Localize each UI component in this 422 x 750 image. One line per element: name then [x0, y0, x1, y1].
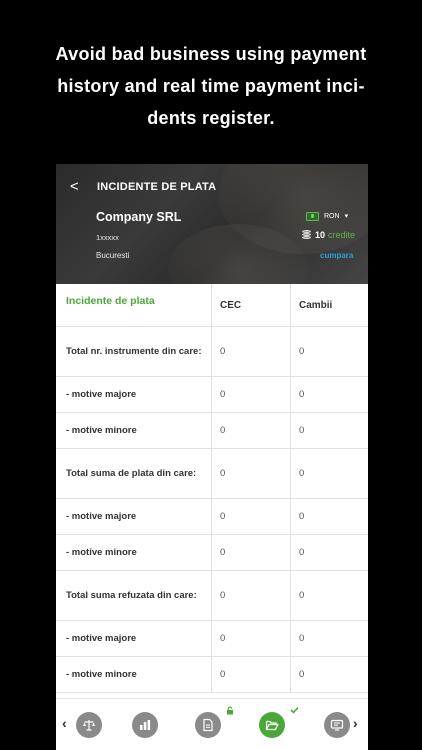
row-label: Total suma refuzata din care: — [56, 571, 212, 620]
credits-label: credite — [328, 230, 356, 240]
promo-line-1: Avoid bad business using payment — [55, 44, 367, 64]
row-label: - motive majore — [56, 621, 212, 656]
nav-item-monitoring[interactable] — [324, 712, 350, 738]
nav-next-arrow[interactable]: › — [353, 715, 358, 731]
cec-value: 0 — [212, 449, 291, 498]
cec-value: 0 — [212, 377, 291, 412]
back-button[interactable]: < — [70, 179, 86, 195]
promo-line-3: dents register. — [147, 108, 275, 128]
lock-icon — [227, 706, 233, 715]
company-city: Bucuresti — [96, 251, 130, 260]
row-label: Total suma de plata din care: — [56, 449, 212, 498]
nav-item-payment-incidents[interactable] — [259, 712, 285, 738]
cambii-value: 0 — [299, 511, 305, 522]
cambii-value: 0 — [299, 468, 305, 479]
table-row: Total suma de plata din care: 0 0 — [56, 449, 368, 499]
banknote-icon — [306, 211, 319, 221]
row-label: - motive minore — [56, 657, 212, 692]
row-label: - motive minore — [56, 535, 212, 570]
monitor-icon — [330, 719, 344, 731]
table-row: Total suma refuzata din care: 0 0 — [56, 571, 368, 621]
promo-line-2: history and real time payment inci- — [57, 76, 365, 96]
column-header-cambii: Cambii — [299, 299, 333, 311]
nav-item-legal[interactable] — [76, 712, 102, 738]
cambii-value: 0 — [299, 346, 305, 357]
promo-caption: Avoid bad business using payment history… — [0, 38, 422, 134]
chevron-left-icon: < — [70, 178, 79, 195]
row-label: - motive majore — [56, 377, 212, 412]
buy-credits-link[interactable]: cumpara — [320, 251, 353, 260]
cambii-value: 0 — [299, 547, 305, 558]
bottom-navigation: ‹ › — [56, 698, 368, 750]
column-header-incidents: Incidente de plata — [56, 284, 212, 326]
company-name: Company SRL — [96, 210, 182, 224]
nav-prev-arrow[interactable]: ‹ — [62, 715, 67, 731]
table-row: - motive minore 0 0 — [56, 657, 368, 693]
cec-value: 0 — [212, 535, 291, 570]
coins-icon — [301, 230, 312, 240]
cec-value: 0 — [212, 621, 291, 656]
column-header-cec: CEC — [212, 284, 291, 326]
cambii-value: 0 — [299, 389, 305, 400]
row-label: - motive majore — [56, 499, 212, 534]
cambii-value: 0 — [299, 633, 305, 644]
credits-count: 10 — [315, 230, 326, 240]
table-header-row: Incidente de plata CEC Cambii — [56, 284, 368, 327]
cambii-value: 0 — [299, 669, 305, 680]
table-row: Total nr. instrumente din care: 0 0 — [56, 327, 368, 377]
table-row: - motive majore 0 0 — [56, 499, 368, 535]
table-row: - motive minore 0 0 — [56, 413, 368, 449]
row-label: Total nr. instrumente din care: — [56, 327, 212, 376]
table-row: - motive majore 0 0 — [56, 377, 368, 413]
phone-screen: < INCIDENTE DE PLATA Company SRL 1xxxxx … — [56, 164, 368, 750]
row-label: - motive minore — [56, 413, 212, 448]
chevron-down-icon: ▾ — [344, 213, 349, 220]
checkmark-icon — [290, 706, 299, 714]
cambii-value: 0 — [299, 425, 305, 436]
table-row: - motive majore 0 0 — [56, 621, 368, 657]
nav-item-financials[interactable] — [132, 712, 158, 738]
cec-value: 0 — [212, 571, 291, 620]
credits-balance: 10 credite — [301, 230, 355, 240]
cec-value: 0 — [212, 657, 291, 692]
document-icon — [203, 718, 213, 732]
currency-selector[interactable]: RON ▾ — [306, 210, 348, 222]
cambii-value: 0 — [299, 590, 305, 601]
nav-item-documents[interactable] — [195, 712, 221, 738]
folder-open-icon — [265, 720, 279, 731]
bar-chart-icon — [140, 720, 151, 730]
page-title: INCIDENTE DE PLATA — [97, 181, 217, 193]
table-row: - motive minore 0 0 — [56, 535, 368, 571]
cec-value: 0 — [212, 413, 291, 448]
company-header: < INCIDENTE DE PLATA Company SRL 1xxxxx … — [56, 164, 368, 284]
payment-incidents-table: Incidente de plata CEC Cambii Total nr. … — [56, 284, 368, 693]
cec-value: 0 — [212, 327, 291, 376]
company-id: 1xxxxx — [96, 233, 119, 242]
cec-value: 0 — [212, 499, 291, 534]
currency-value: RON — [324, 212, 340, 220]
scales-icon — [83, 720, 95, 731]
